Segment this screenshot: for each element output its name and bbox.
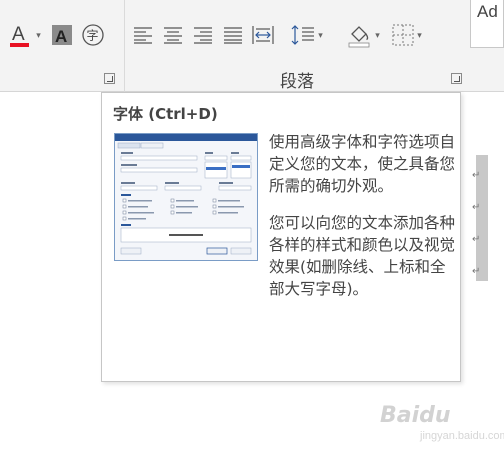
chevron-down-icon[interactable]: ▾ xyxy=(318,30,323,41)
align-center-icon xyxy=(164,27,182,44)
align-center-button[interactable] xyxy=(161,22,185,48)
paragraph-group-label: 段落 xyxy=(280,72,314,92)
character-shading-button[interactable]: A xyxy=(50,22,74,48)
svg-text:A: A xyxy=(55,27,67,46)
font-color-icon: A xyxy=(10,24,30,47)
align-right-button[interactable] xyxy=(191,22,215,48)
borders-icon xyxy=(392,24,414,46)
align-right-icon xyxy=(194,27,212,44)
line-spacing-icon xyxy=(291,25,315,45)
styles-gallery[interactable]: Ad xyxy=(470,0,504,48)
tooltip-title: 字体 (Ctrl+D) xyxy=(113,105,218,123)
line-spacing-button[interactable]: ▾ xyxy=(287,22,327,48)
tooltip-paragraph-1: 使用高级字体和字符选项自定义您的文本，使之具备您所需的确切外观。 xyxy=(269,133,456,195)
enclose-characters-button[interactable]: 字 xyxy=(80,22,106,48)
character-shading-icon: A xyxy=(52,25,72,46)
paragraph-group: ▾ ▾ ▾ 段落 xyxy=(124,0,468,92)
justify-button[interactable] xyxy=(221,22,245,48)
font-group: A ▾ A 字 xyxy=(0,0,124,92)
font-dialog-launcher[interactable] xyxy=(104,73,115,84)
align-left-icon xyxy=(134,27,152,44)
font-dialog-thumbnail xyxy=(114,133,258,261)
font-dialog-preview-image xyxy=(115,134,257,260)
tooltip-description: 使用高级字体和字符选项自定义您的文本，使之具备您所需的确切外观。 您可以向您的文… xyxy=(269,131,455,300)
distributed-button[interactable] xyxy=(251,22,275,48)
ribbon: A ▾ A 字 ▾ ▾ ▾ 段落 Ad xyxy=(0,0,504,92)
chevron-down-icon[interactable]: ▾ xyxy=(417,30,422,41)
paragraph-mark-2: ↵ xyxy=(472,202,481,213)
font-color-button[interactable]: A ▾ xyxy=(4,22,44,48)
baidu-watermark-sub: jingyan.baidu.com xyxy=(420,430,504,442)
justify-icon xyxy=(224,27,242,44)
paragraph-mark-3: ↵ xyxy=(472,234,481,245)
shading-button[interactable]: ▾ xyxy=(341,22,385,48)
styles-preview-text: Ad xyxy=(477,2,498,21)
paint-bucket-icon xyxy=(348,26,370,48)
svg-text:A: A xyxy=(12,24,25,45)
chevron-down-icon[interactable]: ▾ xyxy=(375,30,380,41)
align-left-button[interactable] xyxy=(131,22,155,48)
borders-button[interactable]: ▾ xyxy=(387,22,427,48)
distributed-icon xyxy=(252,26,274,44)
paragraph-mark-1: ↵ xyxy=(472,170,481,181)
chevron-down-icon[interactable]: ▾ xyxy=(36,30,41,41)
paragraph-dialog-launcher[interactable] xyxy=(451,73,462,84)
paragraph-mark-4: ↵ xyxy=(472,266,481,277)
font-tooltip: 字体 (Ctrl+D) 使用高级字体和字符选项自定义您的文本，使之具备您所需的确… xyxy=(101,92,461,382)
enclose-characters-icon: 字 xyxy=(82,24,104,46)
tooltip-paragraph-2: 您可以向您的文本添加各种各样的样式和颜色以及视觉效果(如删除线、上标和全部大写字… xyxy=(269,214,456,298)
svg-text:字: 字 xyxy=(87,28,99,43)
baidu-watermark: Baidu xyxy=(380,403,451,428)
